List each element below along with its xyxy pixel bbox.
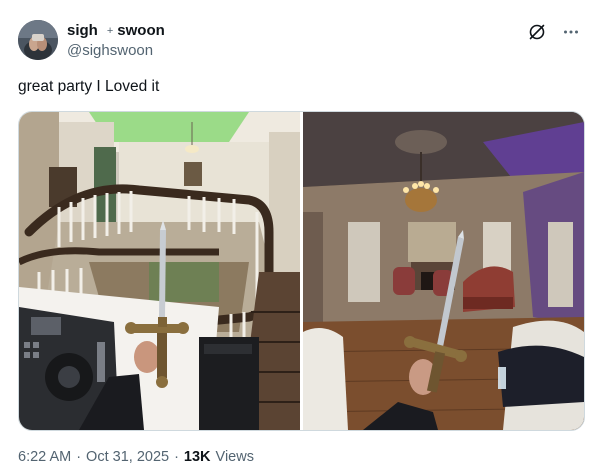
author-name-row[interactable]: sigh + swoon	[67, 22, 165, 39]
views-label: Views	[215, 449, 254, 465]
avatar[interactable]	[18, 20, 58, 60]
tweet-meta: 6:22 AM · Oct 31, 2025 · 13K Views	[18, 449, 254, 465]
meta-separator: ·	[76, 449, 82, 465]
staircase-party-photo[interactable]	[19, 112, 300, 430]
more-horizontal-icon[interactable]	[561, 22, 581, 42]
author-handle[interactable]: @sighswoon	[67, 42, 153, 59]
author-name-suffix[interactable]: swoon	[117, 22, 165, 39]
tweet-time[interactable]: 6:22 AM	[18, 449, 71, 465]
slashed-circle-icon[interactable]	[527, 22, 547, 42]
ballroom-party-photo[interactable]	[303, 112, 584, 430]
tweet-date[interactable]: Oct 31, 2025	[86, 449, 169, 465]
media-grid	[18, 111, 585, 431]
author-name-separator: +	[106, 24, 114, 37]
avatar-image	[18, 20, 58, 60]
author-name[interactable]: sigh	[67, 22, 98, 39]
tweet-card: sigh + swoon @sighswoon great party I Lo…	[0, 0, 595, 474]
views-count: 13K	[183, 449, 211, 465]
tweet-actions-top	[527, 22, 581, 42]
meta-separator: ·	[174, 449, 179, 465]
tweet-text: great party I Loved it	[18, 78, 160, 95]
